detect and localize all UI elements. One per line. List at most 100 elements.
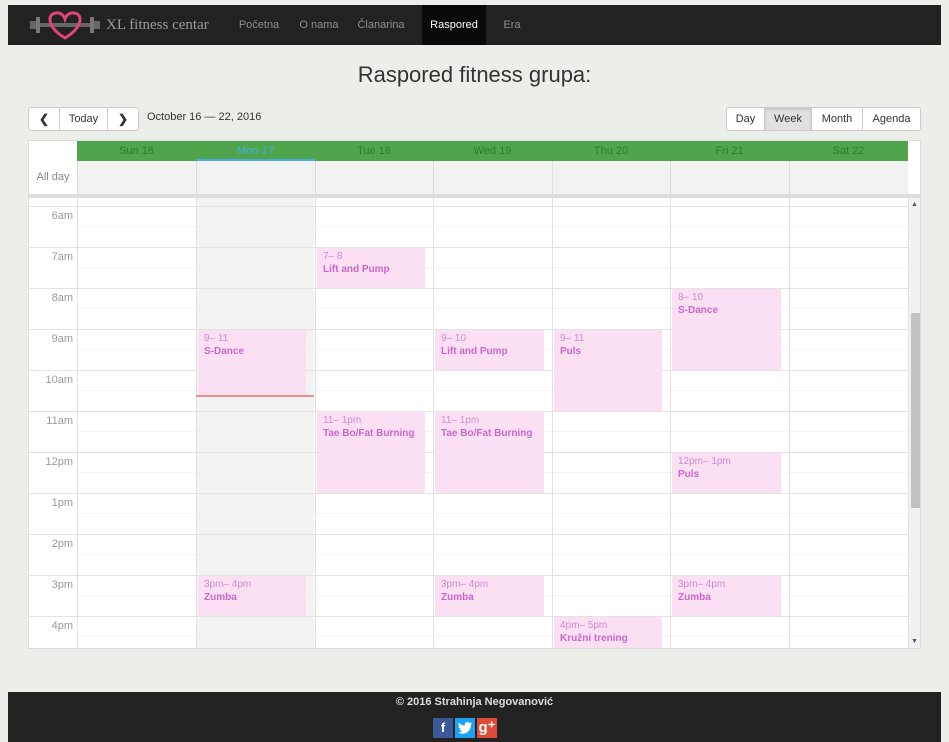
- scrollbar[interactable]: ▲ ▼: [908, 198, 920, 648]
- chevron-right-icon: ❯: [117, 112, 129, 126]
- event-lift-and-pump-tue[interactable]: 7– 8 Lift and Pump: [317, 248, 425, 288]
- chevron-left-icon: ❮: [38, 112, 50, 126]
- event-title: Puls: [560, 346, 582, 357]
- copyright: © 2016 Strahinja Negovanović: [395, 696, 554, 708]
- event-title: Tae Bo/Fat Burning: [441, 428, 533, 439]
- navbar: XL fitness centar Početna O nama Članari…: [8, 5, 941, 45]
- event-title: Zumba: [678, 592, 711, 603]
- scroll-up-icon[interactable]: ▲: [911, 201, 918, 208]
- event-s-dance-fri[interactable]: 8– 10 S-Dance: [672, 289, 781, 370]
- event-zumba-mon[interactable]: 3pm– 4pm Zumba: [198, 576, 306, 616]
- time-label: 12pm: [45, 456, 73, 468]
- event-title: Lift and Pump: [323, 264, 390, 275]
- time-label: 9am: [51, 333, 73, 345]
- day-header-sun[interactable]: Sun 16: [77, 141, 196, 161]
- footer: © 2016 Strahinja Negovanović f g⁺: [8, 692, 941, 742]
- event-title: Tae Bo/Fat Burning: [323, 428, 415, 439]
- event-time: 11– 1pm: [323, 415, 362, 426]
- event-puls-fri[interactable]: 12pm– 1pm Puls: [672, 453, 781, 493]
- nav-item-clanarina[interactable]: Članarina: [353, 5, 409, 45]
- event-kruzni-trening-thu[interactable]: 4pm– 5pm Kružni trening: [554, 617, 662, 648]
- event-title: Zumba: [204, 592, 237, 603]
- half-hour-line: [77, 308, 908, 309]
- event-tae-bo-wed[interactable]: 11– 1pm Tae Bo/Fat Burning: [435, 412, 544, 493]
- day-header-thu[interactable]: Thu 20: [552, 141, 670, 161]
- hour-line: [29, 534, 908, 535]
- column-line: [789, 198, 790, 648]
- event-time: 11– 1pm: [441, 415, 480, 426]
- event-s-dance-mon[interactable]: 9– 11 S-Dance: [198, 330, 306, 397]
- event-title: S-Dance: [678, 305, 719, 316]
- event-title: Kružni trening: [560, 633, 628, 644]
- view-month-button[interactable]: Month: [811, 107, 863, 131]
- nav-item-raspored[interactable]: Raspored: [422, 5, 486, 45]
- google-plus-icon[interactable]: g⁺: [477, 718, 497, 738]
- today-button[interactable]: Today: [59, 107, 108, 131]
- nav-item-pocetna[interactable]: Početna: [232, 5, 286, 45]
- event-time: 12pm– 1pm: [678, 456, 731, 467]
- hour-line: [29, 206, 908, 207]
- event-time: 9– 11: [560, 333, 585, 344]
- allday-cell[interactable]: [433, 161, 552, 194]
- column-line: [196, 198, 197, 648]
- brand[interactable]: XL fitness centar: [28, 7, 209, 43]
- page-title: Raspored fitness grupa:: [357, 62, 592, 87]
- view-agenda-button[interactable]: Agenda: [862, 107, 921, 131]
- allday-cell[interactable]: [77, 161, 196, 194]
- allday-label: All day: [36, 171, 70, 183]
- brand-name: XL fitness centar: [106, 16, 209, 33]
- allday-cell[interactable]: [315, 161, 433, 194]
- time-label: 3pm: [51, 579, 73, 591]
- heart-dumbbell-icon: [30, 11, 100, 40]
- day-header-sat[interactable]: Sat 22: [789, 141, 908, 161]
- allday-cell[interactable]: [670, 161, 789, 194]
- column-line: [315, 198, 316, 648]
- view-day-button[interactable]: Day: [726, 107, 765, 131]
- event-time: 9– 10: [441, 333, 467, 344]
- column-line: [433, 198, 434, 648]
- calendar: Sun 16 Mon 17 Tue 18 Wed 19 Thu 20 Fri 2…: [28, 140, 921, 649]
- half-hour-line: [77, 554, 908, 555]
- date-range: October 16 — 22, 2016: [147, 111, 262, 123]
- time-label: 4pm: [51, 620, 73, 632]
- scrollbar-thumb[interactable]: [911, 313, 920, 508]
- half-hour-line: [77, 513, 908, 514]
- event-title: S-Dance: [204, 346, 245, 357]
- event-zumba-fri[interactable]: 3pm– 4pm Zumba: [672, 576, 781, 616]
- twitter-icon[interactable]: [455, 718, 475, 738]
- event-time: 4pm– 5pm: [560, 620, 608, 631]
- nav-item-era[interactable]: Era: [496, 5, 528, 45]
- event-title: Puls: [678, 469, 700, 480]
- half-hour-line: [77, 267, 908, 268]
- day-header-mon[interactable]: Mon 17: [196, 141, 315, 161]
- allday-cell[interactable]: [789, 161, 908, 194]
- facebook-icon[interactable]: f: [433, 718, 453, 738]
- event-lift-and-pump-wed[interactable]: 9– 10 Lift and Pump: [435, 330, 544, 370]
- event-title: Lift and Pump: [441, 346, 508, 357]
- event-puls-thu[interactable]: 9– 11 Puls: [554, 330, 662, 411]
- day-header-tue[interactable]: Tue 18: [315, 141, 433, 161]
- time-label: 11am: [46, 415, 73, 427]
- view-week-button[interactable]: Week: [764, 107, 812, 131]
- time-grid[interactable]: 6am 7am 8am 9am 10am 11am 12pm 1pm 2pm 3…: [29, 198, 920, 648]
- column-line: [552, 198, 553, 648]
- prev-button[interactable]: ❮: [28, 107, 60, 131]
- time-label: 1pm: [51, 497, 73, 509]
- event-time: 8– 10: [678, 292, 704, 303]
- allday-cell[interactable]: [552, 161, 670, 194]
- time-label: 8am: [51, 292, 73, 304]
- day-header-row: Sun 16 Mon 17 Tue 18 Wed 19 Thu 20 Fri 2…: [77, 141, 908, 161]
- event-time: 3pm– 4pm: [204, 579, 252, 590]
- event-zumba-wed[interactable]: 3pm– 4pm Zumba: [435, 576, 544, 616]
- day-header-fri[interactable]: Fri 21: [670, 141, 789, 161]
- column-line: [670, 198, 671, 648]
- allday-cell[interactable]: [196, 161, 315, 194]
- hour-line: [29, 370, 908, 371]
- day-header-wed[interactable]: Wed 19: [433, 141, 552, 161]
- hour-line: [29, 493, 908, 494]
- event-tae-bo-tue[interactable]: 11– 1pm Tae Bo/Fat Burning: [317, 412, 425, 493]
- nav-item-o-nama[interactable]: O nama: [294, 5, 344, 45]
- next-button[interactable]: ❯: [107, 107, 139, 131]
- scroll-down-icon[interactable]: ▼: [911, 638, 918, 645]
- event-time: 7– 8: [323, 251, 343, 262]
